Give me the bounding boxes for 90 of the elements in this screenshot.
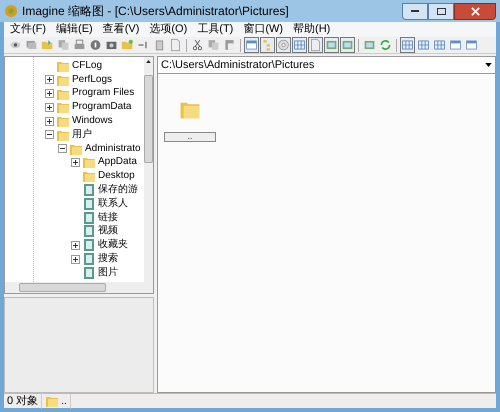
grid-icon: [417, 38, 430, 52]
toolbar-button[interactable]: [88, 37, 103, 53]
toolbar-button[interactable]: [340, 37, 355, 53]
tree-item[interactable]: 搜索: [98, 254, 118, 264]
copy-icon: [207, 38, 220, 52]
grid-icon: [293, 38, 306, 52]
expand-icon[interactable]: [45, 75, 54, 84]
tree-item[interactable]: Windows: [72, 116, 113, 126]
horizontal-scrollbar[interactable]: [5, 282, 153, 293]
close-button[interactable]: [454, 2, 496, 20]
folder-icon: [45, 394, 60, 408]
folder-icon: [82, 155, 96, 170]
image-icon: [325, 38, 338, 52]
close-icon: [470, 6, 480, 16]
menu-item[interactable]: 帮助(H): [293, 24, 330, 35]
expand-icon[interactable]: [71, 240, 80, 250]
page-icon: [169, 38, 182, 52]
print-icon: [73, 38, 86, 52]
status-path: ..: [61, 394, 67, 408]
window-icon: [449, 38, 462, 52]
item-caption[interactable]: ..: [164, 132, 216, 142]
grid-icon: [401, 38, 414, 52]
tree-item[interactable]: 保存的游: [98, 185, 138, 196]
tree-item[interactable]: ProgramData: [72, 102, 132, 112]
minimize-button[interactable]: [402, 2, 428, 20]
window-title: Imagine 缩略图 - [C:\Users\Administrator\Pictures]: [22, 3, 289, 20]
image-icon: [363, 38, 376, 52]
toolbar-button[interactable]: [190, 37, 205, 53]
library-icon: [82, 238, 96, 252]
tree-item[interactable]: 联系人: [98, 198, 128, 209]
expand-icon[interactable]: [45, 102, 54, 112]
cut-icon: [191, 38, 204, 52]
flower-icon: [4, 4, 18, 18]
tree-item[interactable]: 链接: [98, 212, 118, 223]
image-icon: [341, 38, 354, 52]
tree-item[interactable]: Administrato: [85, 144, 141, 154]
info-icon: [89, 38, 102, 52]
tree-item[interactable]: 用户: [72, 130, 92, 140]
tree-item[interactable]: Program Files: [72, 88, 134, 98]
tree-item[interactable]: Desktop: [98, 171, 135, 182]
window-icon: [245, 38, 258, 52]
expand-icon[interactable]: [45, 116, 54, 126]
copy-icon: [57, 38, 70, 52]
tree-item[interactable]: CFLog: [72, 60, 102, 71]
tree-item[interactable]: AppData: [98, 157, 137, 168]
open-icon: [41, 38, 54, 52]
maximize-button[interactable]: [428, 2, 454, 20]
library-icon: [82, 183, 96, 198]
slides-icon: [25, 38, 38, 52]
folder-icon: [82, 169, 96, 184]
collapse-icon[interactable]: [45, 130, 54, 140]
expand-icon[interactable]: [45, 88, 54, 98]
menu-item[interactable]: 工具(T): [197, 24, 234, 35]
menu-item[interactable]: 编辑(E): [56, 24, 93, 35]
menu-item[interactable]: 选项(O): [149, 24, 188, 35]
vertical-scrollbar[interactable]: [144, 57, 153, 282]
dropdown-icon: [485, 63, 492, 67]
tree-item[interactable]: PerfLogs: [72, 74, 112, 85]
tree-item[interactable]: 收藏夹: [98, 240, 128, 250]
library-icon: [82, 252, 96, 266]
object-count: 0 对象: [4, 392, 42, 410]
menu-item[interactable]: 窗口(W): [243, 24, 284, 35]
expand-icon[interactable]: [71, 254, 80, 264]
address-text: C:\Users\Administrator\Pictures: [161, 58, 314, 73]
folder-icon: [56, 100, 70, 114]
menu-item[interactable]: 文件(F): [10, 24, 46, 35]
menu-item[interactable]: 查看(V): [102, 24, 140, 35]
grid-icon: [433, 38, 446, 52]
page-icon: [309, 38, 322, 52]
tree-item[interactable]: 视频: [98, 226, 118, 236]
tree-item[interactable]: 图片: [98, 268, 118, 278]
toolbar-button[interactable]: [324, 37, 339, 53]
library-icon: [82, 266, 96, 280]
toolbar-button[interactable]: [292, 37, 307, 53]
library-icon: [82, 210, 96, 225]
new-folder-icon: [121, 38, 134, 52]
refresh-icon: [379, 38, 392, 52]
toolbar-button[interactable]: [308, 37, 323, 53]
scroll-up-icon: [146, 60, 151, 63]
library-icon: [82, 224, 96, 238]
toolbar-button[interactable]: [260, 37, 275, 53]
expand-icon[interactable]: [71, 158, 80, 167]
window-icon: [465, 38, 478, 52]
collapse-icon[interactable]: [58, 144, 67, 154]
toolbar-button[interactable]: [276, 37, 291, 53]
disc-icon: [277, 38, 290, 52]
library-icon: [82, 196, 96, 211]
folder-icon: [56, 114, 70, 128]
toolbar-button[interactable]: [244, 37, 259, 53]
toolbar-button[interactable]: [400, 37, 415, 53]
